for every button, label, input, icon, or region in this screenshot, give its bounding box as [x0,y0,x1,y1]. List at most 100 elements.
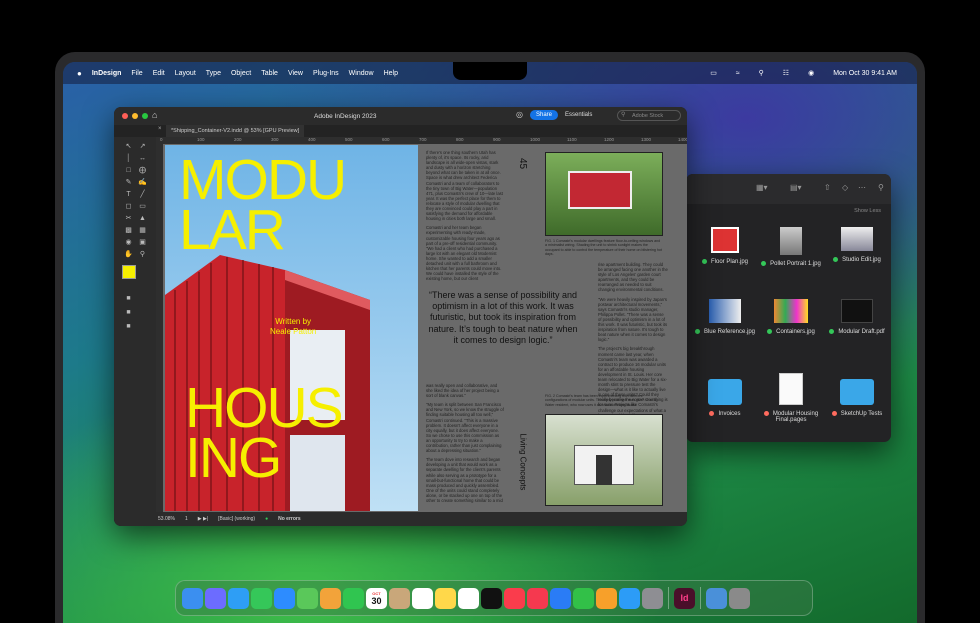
lightbulb-icon[interactable]: ◎ [516,110,523,119]
dock-calendar-icon[interactable]: OCT 30 [366,587,387,609]
siri-icon[interactable]: ◉ [808,69,814,77]
dock-facetime-icon[interactable] [343,587,364,609]
tab-close-icon[interactable]: × [158,126,162,132]
menu-window[interactable]: Window [349,70,374,77]
group-icon[interactable]: ▤▾ [790,183,802,192]
rectangle-tool-icon[interactable]: ▭ [138,203,147,211]
finder-search-icon[interactable]: ⚲ [878,183,884,192]
battery-icon[interactable]: ▭ [710,69,717,77]
menu-help[interactable]: Help [384,70,398,77]
home-icon[interactable]: ⌂ [152,111,157,120]
dock-notes-icon[interactable] [435,587,456,609]
adobe-stock-search[interactable]: Adobe Stock [617,110,681,121]
menu-table[interactable]: Table [261,70,278,77]
fill-swatch[interactable] [122,265,136,279]
apple-menu-icon[interactable]: ● [77,69,82,78]
share-icon[interactable]: ⇧ [824,183,831,192]
transform-tool-icon[interactable]: ▲ [138,215,147,223]
icon-view-icon[interactable]: ▦▾ [756,183,768,192]
byline[interactable]: Written by Neale Patton [270,317,316,337]
search-icon[interactable]: ⚲ [759,69,764,77]
menu-edit[interactable]: Edit [153,70,165,77]
gap-tool-icon[interactable]: ↔ [138,155,147,163]
dock-system-settings-icon[interactable] [642,587,663,609]
dock-app-store-icon[interactable] [619,587,640,609]
pen-tool-icon[interactable]: ✎ [124,179,133,187]
wifi-icon[interactable]: ≈ [736,70,740,77]
content-collector-icon[interactable]: □ [124,167,133,175]
page-nav-icon[interactable]: ▶ ▶| [198,516,208,522]
note-tool-icon[interactable]: ▦ [138,227,147,235]
screen-mode-icon[interactable]: ■ [124,323,133,331]
selection-tool-icon[interactable]: ↖ [124,143,133,151]
dock-tv-icon[interactable] [481,587,502,609]
show-less-link[interactable]: Show Less [854,208,881,214]
dock-trash-icon[interactable] [729,587,750,609]
menu-file[interactable]: File [131,70,142,77]
menu-layout[interactable]: Layout [175,70,196,77]
measure-tool-icon[interactable]: ▣ [138,239,147,247]
dock-pages-icon[interactable] [596,587,617,609]
apply-color-icon[interactable]: ■ [124,309,133,317]
pencil-tool-icon[interactable]: ✍ [138,179,147,187]
close-button[interactable] [122,113,128,119]
document-tab[interactable]: *Shipping_Container-V2.indd @ 53% [GPU P… [166,125,305,137]
left-page-text-column[interactable]: If there's one thing southern Utah has p… [426,150,504,281]
dock-mail-icon[interactable] [274,587,295,609]
menu-type[interactable]: Type [206,70,221,77]
eyedropper-tool-icon[interactable]: ◉ [124,239,133,247]
minimize-button[interactable] [132,113,138,119]
photo-studio-unit[interactable] [545,414,663,506]
headline-top[interactable]: MODU LAR [179,152,347,259]
page-field[interactable]: 1 [185,516,188,522]
dock-indesign-icon[interactable]: Id [674,587,695,609]
more-icon[interactable]: ⋯ [858,183,866,192]
folder-sketchup-tests[interactable]: SketchUp Tests [818,379,891,417]
dock-downloads-icon[interactable] [706,587,727,609]
dock-keynote-icon[interactable] [550,587,571,609]
zoom-tool-icon[interactable]: ⚲ [138,251,147,259]
dock-photos-icon[interactable] [320,587,341,609]
horizontal-ruler[interactable]: 0 100 200 300 400 500 600 700 800 900 1000 1100 1200… [156,137,687,144]
workspace-switcher[interactable]: Essentials [565,112,592,118]
dock-reminders-icon[interactable] [412,587,433,609]
left-page-text-column-lower[interactable]: was really open and collaborative, and s… [426,383,504,503]
control-center-icon[interactable]: ☷ [783,69,789,77]
line-tool-icon[interactable]: ╱ [138,191,147,199]
dock-news-icon[interactable] [527,587,548,609]
left-page[interactable]: MODU LAR Written by Neale Patton HOUS IN… [165,145,418,511]
document-canvas[interactable]: MODU LAR Written by Neale Patton HOUS IN… [163,144,687,512]
zoom-button[interactable] [142,113,148,119]
dock-music-icon[interactable] [504,587,525,609]
headline-bottom[interactable]: HOUS ING [185,380,344,487]
menu-view[interactable]: View [288,70,303,77]
photo-red-unit[interactable] [545,152,663,236]
vertical-ruler[interactable] [156,144,163,512]
content-placer-icon[interactable]: ⨁ [138,167,147,175]
dock-maps-icon[interactable] [297,587,318,609]
page-tool-icon[interactable]: │ [124,155,133,163]
frame-tool-icon[interactable]: ◻ [124,203,133,211]
tag-icon[interactable]: ◇ [842,183,848,192]
menu-app-indesign[interactable]: InDesign [92,70,122,77]
menu-object[interactable]: Object [231,70,251,77]
style-field[interactable]: [Basic] (working) [218,516,255,522]
dock-messages-icon[interactable] [251,587,272,609]
menu-plugins[interactable]: Plug-Ins [313,70,339,77]
preflight-status[interactable]: No errors [278,516,301,522]
dock-numbers-icon[interactable] [573,587,594,609]
dock-finder-icon[interactable] [182,587,203,609]
type-tool-icon[interactable]: T [124,191,133,199]
gradient-tool-icon[interactable]: ▩ [124,227,133,235]
share-button[interactable]: Share [530,110,559,120]
direct-selection-tool-icon[interactable]: ↗ [138,143,147,151]
menu-clock[interactable]: Mon Oct 30 9:41 AM [833,70,897,77]
formatting-affects-container-icon[interactable]: ■ [124,295,133,303]
dock-freeform-icon[interactable] [458,587,479,609]
dock-safari-icon[interactable] [228,587,249,609]
dock-contacts-icon[interactable] [389,587,410,609]
zoom-level[interactable]: 53.08% [158,516,175,522]
pull-quote[interactable]: “There was a sense of possibility and op… [428,290,578,346]
hand-tool-icon[interactable]: ✋ [124,251,133,259]
file-modular-draft[interactable]: Modular Draft.pdf [818,299,891,335]
